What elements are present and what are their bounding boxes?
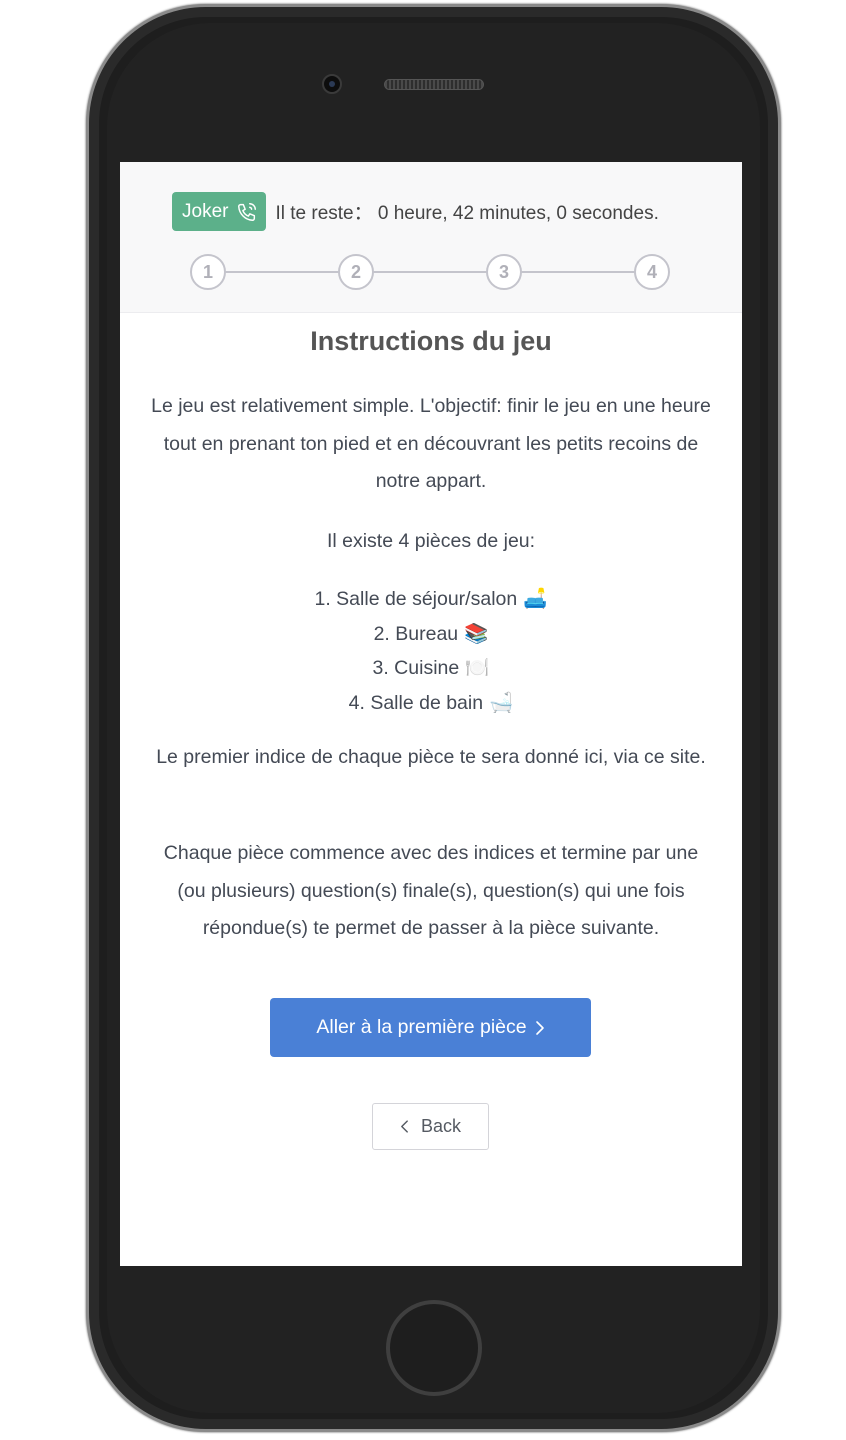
bathtub-icon: 🛁 (489, 690, 514, 714)
step-1: 1 (190, 254, 226, 290)
chevron-right-icon (535, 1020, 545, 1036)
front-camera (322, 74, 342, 94)
rooms-list: 1. Salle de séjour/salon 🛋️ 2. Bureau 📚 3.… (120, 582, 742, 720)
progress-steps: 1 2 3 4 (190, 254, 670, 290)
list-item: 4. Salle de bain 🛁 (120, 686, 742, 721)
plate-icon: 🍽️ (465, 656, 490, 679)
room-label: 1. Salle de séjour/salon (314, 588, 518, 610)
back-button-label: Back (420, 1116, 462, 1136)
rooms-intro: Il existe 4 pièces de jeu: (326, 530, 536, 552)
steps-connector (208, 271, 652, 273)
time-remaining: Il te reste： 0 heure, 42 minutes, 0 seco… (275, 203, 659, 224)
earpiece-speaker (384, 79, 484, 90)
go-to-first-room-button[interactable]: Aller à la première pièce (270, 998, 591, 1057)
chevron-left-icon (400, 1119, 409, 1134)
home-button[interactable] (386, 1300, 482, 1396)
primary-button-label: Aller à la première pièce (316, 1016, 527, 1038)
phone-ringing-icon (236, 201, 258, 223)
joker-label: Joker (182, 200, 229, 222)
room-label: 4. Salle de bain (348, 691, 484, 714)
app-screen: Joker Il te reste： 0 heure, 42 minutes, … (120, 162, 742, 1266)
step-4: 4 (634, 254, 670, 290)
game-header: Joker Il te reste： 0 heure, 42 minutes, … (120, 162, 742, 313)
step-3: 3 (486, 254, 522, 290)
back-button[interactable]: Back (372, 1103, 489, 1150)
step-2: 2 (338, 254, 374, 290)
list-item: 2. Bureau 📚 (120, 617, 742, 652)
room-label: 3. Cuisine (372, 657, 460, 679)
books-icon: 📚 (464, 621, 489, 645)
first-clue-text: Le premier indice de chaque pièce te ser… (156, 746, 706, 768)
list-item: 1. Salle de séjour/salon 🛋️ (120, 582, 742, 617)
page-title: Instructions du jeu (310, 326, 552, 356)
list-item: 3. Cuisine 🍽️ (120, 651, 742, 686)
room-label: 2. Bureau (373, 622, 459, 645)
intro-text: Le jeu est relativement simple. L'object… (151, 395, 711, 492)
timer-row: Joker Il te reste： 0 heure, 42 minutes, … (172, 192, 659, 231)
rules-text: Chaque pièce commence avec des indices e… (163, 842, 699, 939)
joker-button[interactable]: Joker (172, 192, 267, 231)
couch-icon: 🛋️ (523, 587, 548, 610)
